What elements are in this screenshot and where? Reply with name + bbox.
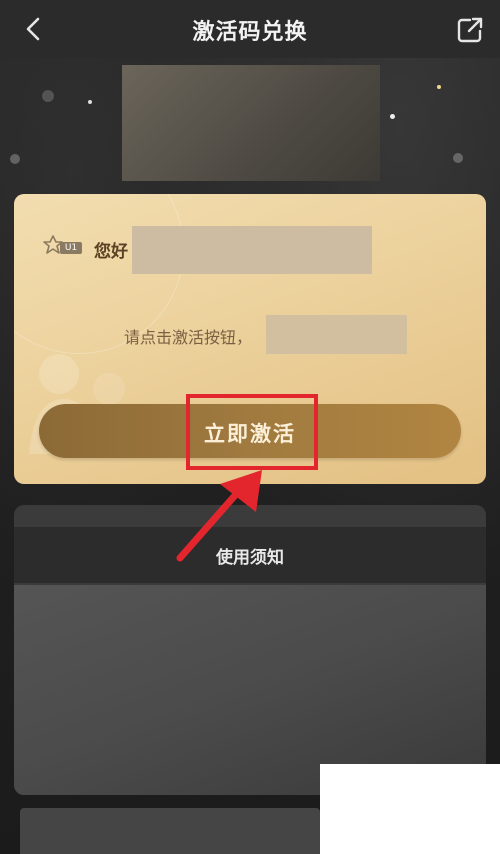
bottom-content-panel xyxy=(20,808,320,854)
page-title: 激活码兑换 xyxy=(192,20,308,45)
red-arrow-annotation xyxy=(176,470,262,562)
sparkle xyxy=(437,85,441,89)
level-badge: U1 xyxy=(60,242,82,254)
greeting-text: 您好 xyxy=(94,242,128,262)
username-redacted xyxy=(132,226,372,274)
highlight-annotation-box xyxy=(186,394,318,470)
sparkle xyxy=(88,100,92,104)
sparkle xyxy=(10,154,20,164)
sparkle xyxy=(453,153,463,163)
banner-image xyxy=(122,65,380,181)
top-bar: 激活码兑换 xyxy=(0,0,500,58)
activation-code-redacted xyxy=(266,315,407,354)
chevron-left-icon[interactable] xyxy=(22,16,46,42)
sparkle xyxy=(42,90,54,102)
blank-corner xyxy=(320,764,500,854)
sparkle xyxy=(390,114,395,119)
instruction-text: 请点击激活按钮， xyxy=(124,328,253,347)
share-external-icon[interactable] xyxy=(456,16,484,44)
